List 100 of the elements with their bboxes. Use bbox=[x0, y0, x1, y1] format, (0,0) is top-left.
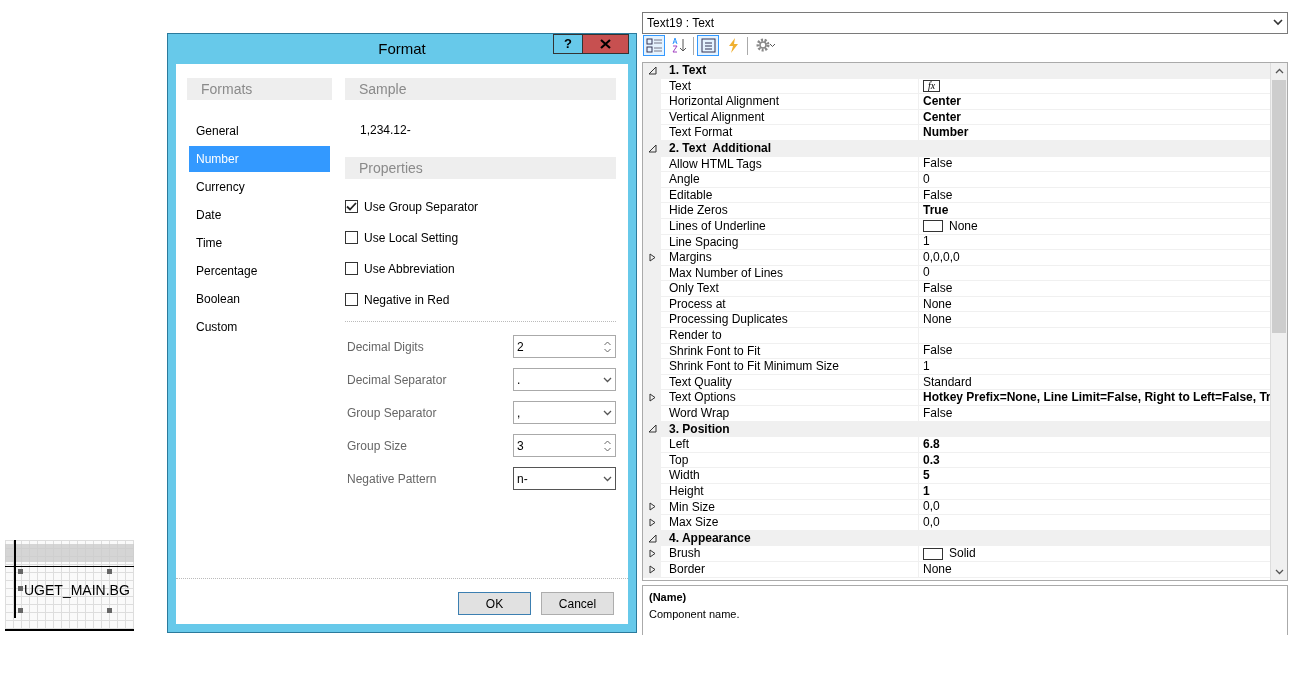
categorized-icon bbox=[645, 37, 663, 55]
property-name: Shrink Font to Fit Minimum Size bbox=[661, 359, 919, 374]
checkbox[interactable] bbox=[345, 200, 358, 213]
dropdown-field[interactable]: . bbox=[513, 368, 616, 391]
property-value: None bbox=[923, 312, 952, 328]
property-name: Brush bbox=[661, 546, 919, 561]
property-name: Left bbox=[661, 437, 919, 452]
property-value: 0,0,0,0 bbox=[923, 250, 960, 265]
property-name: Only Text bbox=[661, 281, 919, 296]
format-list-item[interactable]: Percentage bbox=[189, 258, 330, 284]
scrollbar[interactable] bbox=[1270, 62, 1287, 581]
checkbox[interactable] bbox=[345, 262, 358, 275]
selection-handle[interactable] bbox=[18, 569, 23, 574]
expand-icon[interactable] bbox=[648, 502, 656, 512]
window-title: Format bbox=[378, 38, 426, 59]
format-list-item[interactable]: Currency bbox=[189, 174, 330, 200]
checkbox[interactable] bbox=[345, 293, 358, 306]
property-value: Solid bbox=[949, 546, 976, 561]
format-list-item[interactable]: Date bbox=[189, 202, 330, 228]
field-text: UGET_MAIN.BG bbox=[24, 581, 130, 600]
selection-handle[interactable] bbox=[107, 569, 112, 574]
property-name: Horizontal Alignment bbox=[661, 94, 919, 109]
checkbox-label: Use Abbreviation bbox=[364, 260, 455, 278]
property-name: Top bbox=[661, 452, 919, 468]
field-label: Group Separator bbox=[347, 404, 437, 422]
format-list-item[interactable]: Custom bbox=[189, 314, 330, 340]
dropdown-field[interactable]: , bbox=[513, 401, 616, 424]
collapse-icon[interactable] bbox=[647, 424, 657, 434]
collapse-icon[interactable] bbox=[647, 65, 657, 75]
expand-icon[interactable] bbox=[648, 518, 656, 527]
toolbar-button[interactable] bbox=[697, 35, 719, 57]
category-header: 1. Text bbox=[661, 62, 1270, 78]
checkbox[interactable] bbox=[345, 231, 358, 244]
field-label: Group Size bbox=[347, 437, 408, 455]
property-value: 1 bbox=[923, 484, 930, 499]
spin-arrows-icon bbox=[603, 438, 612, 453]
property-value: False bbox=[923, 343, 953, 359]
checkbox-label: Negative in Red bbox=[364, 291, 450, 309]
spin-field[interactable]: 3 bbox=[513, 434, 616, 457]
property-name: Max Size bbox=[661, 515, 919, 530]
property-value: None bbox=[923, 561, 952, 577]
scroll-down-icon[interactable] bbox=[1274, 568, 1284, 575]
spin-arrows-icon bbox=[603, 339, 612, 354]
property-value: None bbox=[923, 296, 952, 312]
property-value: 0,0 bbox=[923, 499, 940, 515]
property-value: False bbox=[923, 156, 953, 172]
format-list-item[interactable]: Boolean bbox=[189, 286, 330, 312]
property-name: Lines of Underline bbox=[661, 218, 919, 234]
section-header: Formats bbox=[187, 78, 332, 100]
selection-handle[interactable] bbox=[18, 608, 23, 613]
format-list-item[interactable]: Time bbox=[189, 230, 330, 256]
property-name: Vertical Alignment bbox=[661, 109, 919, 125]
format-list-item[interactable]: General bbox=[189, 118, 330, 144]
sample-value: 1,234.12- bbox=[360, 122, 411, 139]
expand-icon[interactable] bbox=[648, 393, 656, 403]
expand-icon[interactable] bbox=[648, 564, 656, 574]
field-label: Negative Pattern bbox=[347, 470, 437, 488]
section-header: Sample bbox=[345, 78, 616, 100]
help-button[interactable]: ? bbox=[553, 34, 583, 54]
property-name: Width bbox=[661, 468, 919, 483]
close-button[interactable] bbox=[583, 34, 629, 54]
toolbar-button[interactable] bbox=[643, 35, 665, 57]
dropdown-field[interactable]: n- bbox=[513, 467, 616, 490]
property-name: Text Format bbox=[661, 125, 919, 140]
selection-handle[interactable] bbox=[18, 586, 23, 591]
property-value: 6.8 bbox=[923, 437, 940, 452]
object-selector[interactable]: Text19 : Text bbox=[642, 12, 1288, 34]
property-value: True bbox=[923, 203, 949, 218]
chevron-down-icon bbox=[1273, 19, 1283, 27]
description-text: Component name. bbox=[649, 606, 741, 622]
property-name: Margins bbox=[661, 250, 919, 265]
property-value: Number bbox=[923, 125, 969, 140]
selection-handle[interactable] bbox=[107, 608, 112, 613]
checkbox-label: Use Local Setting bbox=[364, 229, 459, 247]
property-value: 1 bbox=[923, 359, 930, 374]
expression-button[interactable]: fx bbox=[923, 79, 941, 92]
property-value: 0 bbox=[923, 265, 930, 281]
scroll-up-icon[interactable] bbox=[1274, 68, 1284, 75]
property-value: 1 bbox=[923, 234, 930, 250]
collapse-icon[interactable] bbox=[647, 143, 657, 153]
property-value: False bbox=[923, 406, 953, 421]
property-name: Border bbox=[661, 561, 919, 577]
collapse-icon[interactable] bbox=[647, 533, 657, 543]
property-list-icon bbox=[699, 37, 717, 55]
property-name: Text Quality bbox=[661, 374, 919, 390]
property-name: Shrink Font to Fit bbox=[661, 343, 919, 359]
ok-button[interactable]: OK bbox=[458, 592, 531, 615]
property-name: Max Number of Lines bbox=[661, 265, 919, 281]
cancel-button[interactable]: Cancel bbox=[541, 592, 614, 615]
expand-icon[interactable] bbox=[648, 549, 656, 559]
spin-field[interactable]: 2 bbox=[513, 335, 616, 358]
property-name: Editable bbox=[661, 187, 919, 203]
property-name: Word Wrap bbox=[661, 406, 919, 421]
expand-icon[interactable] bbox=[648, 252, 656, 262]
description-title: (Name) bbox=[649, 590, 688, 606]
color-swatch bbox=[923, 220, 943, 233]
property-value: Hotkey Prefix=None, Line Limit=False, Right to Left=False, Tr bbox=[923, 390, 1270, 406]
property-name: Allow HTML Tags bbox=[661, 156, 919, 172]
property-value: 0.3 bbox=[923, 452, 940, 468]
property-value: Standard bbox=[923, 374, 972, 390]
